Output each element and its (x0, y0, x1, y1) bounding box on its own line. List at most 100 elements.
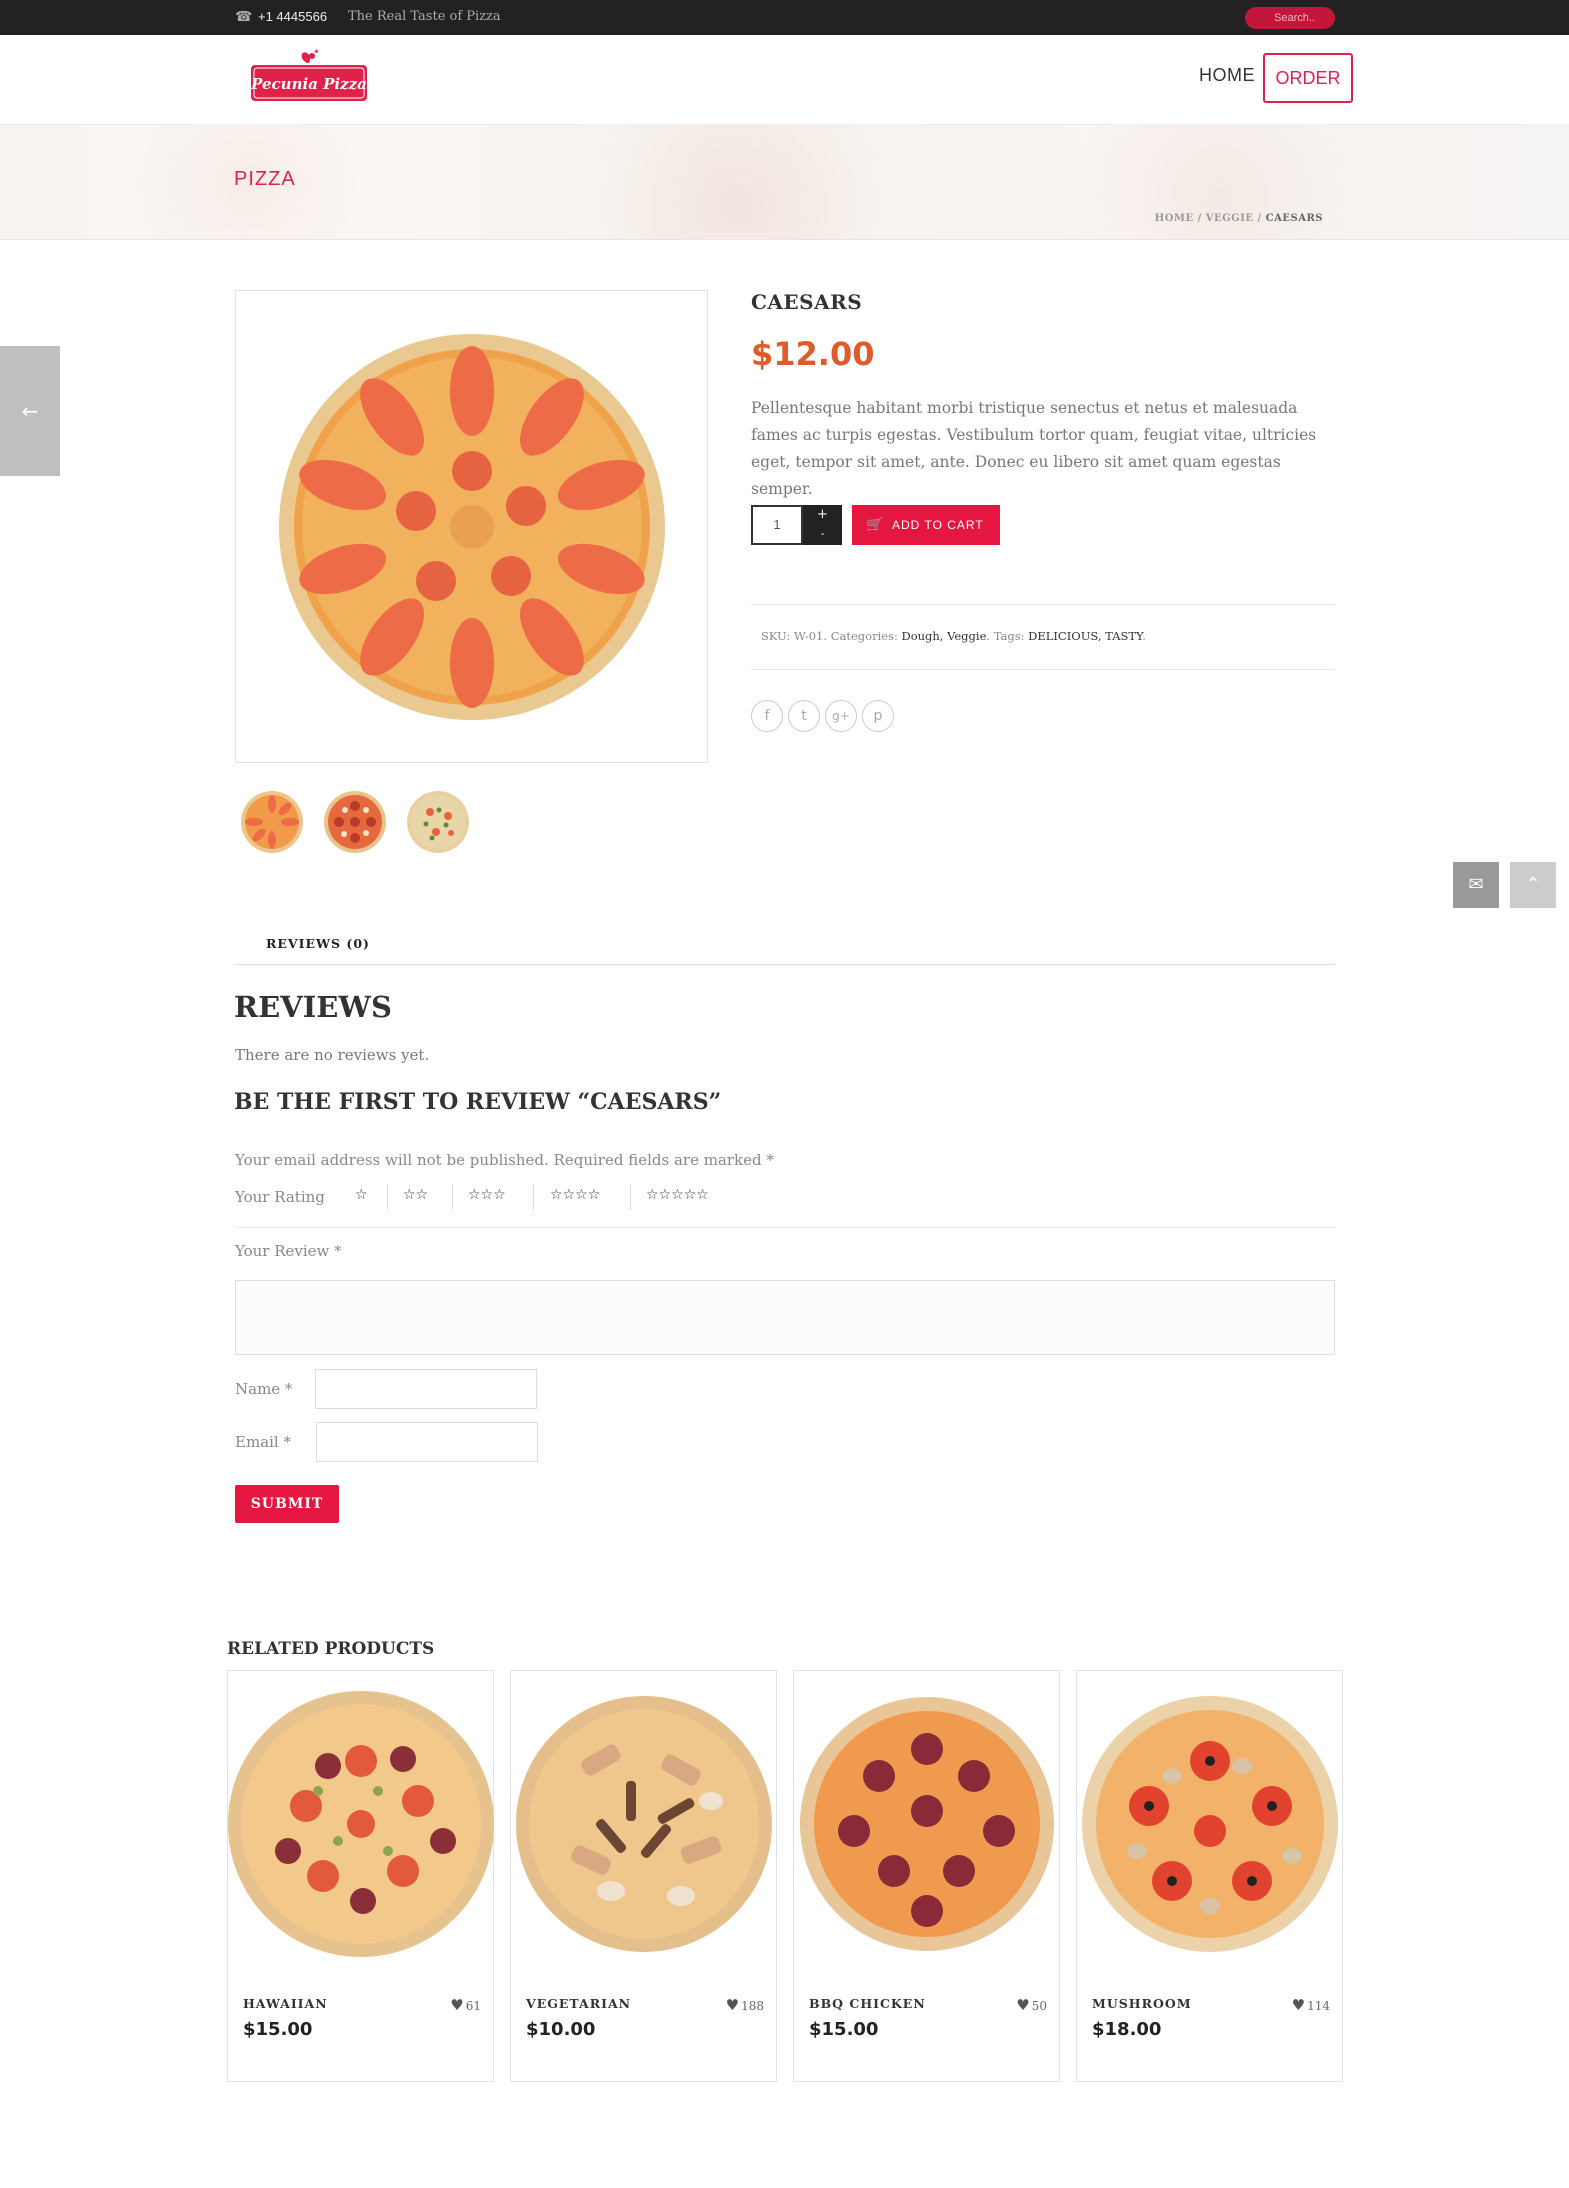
name-field[interactable] (315, 1369, 537, 1409)
pizza-image (279, 334, 665, 720)
previous-product-tab[interactable]: ← (0, 346, 60, 476)
likes-count[interactable]: ♥ 188 (726, 1996, 764, 2014)
breadcrumb: HOME / VEGGIE / CAESARS (1155, 213, 1323, 224)
logo-text: Pecunia Pizza (250, 75, 367, 93)
google-plus-icon[interactable]: g+ (825, 700, 857, 732)
chevron-up-icon: ⌃ (1525, 874, 1541, 895)
reviews-heading: REVIEWS (234, 990, 392, 1024)
facebook-icon[interactable]: f (751, 700, 783, 732)
likes-value: 188 (741, 1999, 764, 2013)
heart-icon: ♥ (1016, 1996, 1030, 2014)
divider (452, 1184, 453, 1210)
rating-label: Your Rating (235, 1188, 325, 1206)
related-product-card[interactable]: MUSHROOM $18.00 ♥ 114 (1076, 1670, 1343, 2082)
nav-home[interactable]: HOME (1199, 65, 1255, 86)
breadcrumb-sep: / (1197, 213, 1202, 224)
product-name[interactable]: VEGETARIAN (526, 1996, 631, 2011)
product-name[interactable]: BBQ CHICKEN (809, 1996, 926, 2011)
divider (387, 1184, 388, 1210)
review-form-title: BE THE FIRST TO REVIEW “CAESARS” (234, 1089, 722, 1115)
submit-button[interactable]: SUBMIT (235, 1485, 339, 1523)
rating-3-stars[interactable]: ☆☆☆ (468, 1187, 506, 1203)
phone-icon: ☎ (235, 9, 253, 25)
rating-1-star[interactable]: ☆ (355, 1187, 368, 1203)
sku-label: SKU: (761, 629, 794, 643)
related-products-heading: RELATED PRODUCTS (227, 1639, 435, 1659)
scroll-top-button[interactable]: ⌃ (1510, 862, 1556, 908)
product-meta: SKU: W-01. Categories: Dough, Veggie. Ta… (761, 629, 1146, 643)
thumbnail-3[interactable] (406, 790, 470, 854)
mail-button[interactable]: ✉ (1453, 862, 1499, 908)
pinterest-icon[interactable]: p (862, 700, 894, 732)
add-to-cart-label: ADD TO CART (892, 518, 984, 532)
tagline: The Real Taste of Pizza (348, 9, 501, 24)
heart-icon: ♥ (450, 1996, 464, 2014)
heart-icon: ♥ (725, 1996, 740, 2014)
sku-value: W-01 (793, 629, 824, 643)
twitter-icon[interactable]: t (788, 700, 820, 732)
quantity-minus-button[interactable]: - (803, 525, 842, 545)
product-title: CAESARS (751, 290, 863, 314)
required-note: Your email address will not be published… (235, 1151, 774, 1169)
categories-links[interactable]: Dough, Veggie (901, 629, 986, 643)
divider (235, 1227, 1335, 1228)
quantity-plus-button[interactable]: + (803, 505, 842, 525)
phone-number[interactable]: +1 4445566 (258, 9, 327, 24)
related-product-card[interactable]: VEGETARIAN $10.00 ♥ 188 (510, 1670, 777, 2082)
divider (751, 669, 1335, 670)
rating-4-stars[interactable]: ☆☆☆☆ (550, 1187, 600, 1203)
product-price: $15.00 (809, 2019, 879, 2040)
review-label: Your Review * (235, 1242, 342, 1260)
thumbnail-1[interactable] (240, 790, 304, 854)
heart-icon: ♥ (1291, 1996, 1306, 2014)
page-title: PIZZA (234, 168, 296, 190)
search-input[interactable]: Search.. (1245, 7, 1335, 29)
likes-count[interactable]: ♥ 114 (1292, 1996, 1330, 2014)
add-to-cart-button[interactable]: 🛒 ADD TO CART (852, 505, 1000, 545)
top-bar: ☎ +1 4445566 The Real Taste of Pizza Sea… (0, 0, 1569, 35)
breadcrumb-home[interactable]: HOME (1155, 213, 1194, 224)
pizza-image (800, 1697, 1054, 1951)
related-product-card[interactable]: BBQ CHICKEN $15.00 ♥ 50 (793, 1670, 1060, 2082)
review-textarea[interactable] (235, 1280, 1335, 1355)
tab-divider (235, 964, 1335, 965)
breadcrumb-category[interactable]: VEGGIE (1206, 213, 1254, 224)
logo[interactable]: Pecunia Pizza (248, 48, 370, 112)
divider (751, 604, 1335, 605)
product-main-image[interactable] (235, 290, 708, 763)
no-reviews-text: There are no reviews yet. (235, 1046, 430, 1064)
product-description: Pellentesque habitant morbi tristique se… (751, 399, 1317, 498)
cart-icon: 🛒 (866, 517, 885, 533)
meta-end: . (1142, 629, 1146, 643)
order-button[interactable]: ORDER (1263, 53, 1353, 103)
likes-count[interactable]: ♥ 50 (1016, 1996, 1047, 2014)
product-price: $18.00 (1092, 2019, 1162, 2040)
product-price: $15.00 (243, 2019, 313, 2040)
likes-value: 114 (1307, 1999, 1330, 2013)
related-product-card[interactable]: HAWAIIAN $15.00 ♥ 61 (227, 1670, 494, 2082)
tags-links[interactable]: DELICIOUS, TASTY (1028, 629, 1142, 643)
pizza-image (228, 1691, 494, 1957)
page-title-banner: PIZZA HOME / VEGGIE / CAESARS (0, 125, 1569, 240)
divider (533, 1184, 534, 1210)
pizza-image (516, 1696, 772, 1952)
email-field[interactable] (316, 1422, 538, 1462)
likes-value: 61 (465, 1999, 481, 2013)
quantity-input[interactable]: 1 (751, 505, 803, 545)
rating-2-stars[interactable]: ☆☆ (403, 1187, 428, 1203)
thumbnail-2[interactable] (323, 790, 387, 854)
tags-label: . Tags: (986, 629, 1029, 643)
tab-reviews[interactable]: REVIEWS (0) (266, 936, 370, 951)
envelope-icon: ✉ (1468, 874, 1484, 895)
rating-5-stars[interactable]: ☆☆☆☆☆ (646, 1187, 709, 1203)
product-name[interactable]: HAWAIIAN (243, 1996, 328, 2011)
product-price: $10.00 (526, 2019, 596, 2040)
product-name[interactable]: MUSHROOM (1092, 1996, 1192, 2011)
arrow-left-icon: ← (21, 399, 39, 423)
divider (630, 1184, 631, 1210)
product-price: $12.00 (751, 335, 875, 373)
breadcrumb-sep: / (1257, 213, 1262, 224)
likes-count[interactable]: ♥ 61 (450, 1996, 481, 2014)
name-label: Name * (235, 1380, 293, 1398)
pizza-image (1082, 1696, 1338, 1952)
